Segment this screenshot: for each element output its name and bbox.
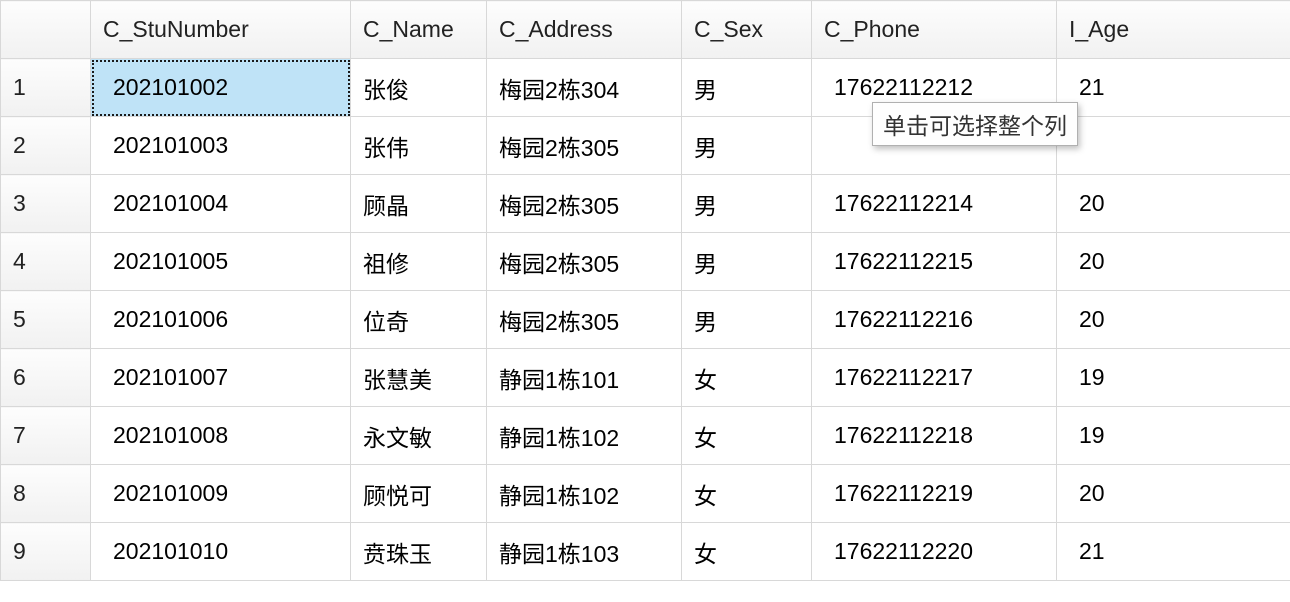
column-select-tooltip: 单击可选择整个列 (872, 102, 1078, 146)
col-header-stunum[interactable]: C_StuNumber (91, 1, 351, 59)
cell-age[interactable]: 20 (1057, 233, 1290, 291)
row-header[interactable]: 8 (1, 465, 91, 523)
table-row: 2202101003张伟梅园2栋305男 (1, 117, 1290, 175)
cell-stunum[interactable]: 202101009 (91, 465, 351, 523)
table-body: 1202101002张俊梅园2栋304男17622112212212202101… (1, 59, 1290, 581)
cell-name[interactable]: 永文敏 (351, 407, 487, 465)
cell-stunum[interactable]: 202101005 (91, 233, 351, 291)
cell-phone[interactable]: 17622112216 (812, 291, 1057, 349)
cell-sex[interactable]: 女 (682, 349, 812, 407)
table-row: 7202101008永文敏静园1栋102女1762211221819 (1, 407, 1290, 465)
header-row: C_StuNumber C_Name C_Address C_Sex C_Pho… (1, 1, 1290, 59)
cell-age[interactable]: 20 (1057, 175, 1290, 233)
col-header-address[interactable]: C_Address (487, 1, 682, 59)
cell-address[interactable]: 静园1栋103 (487, 523, 682, 581)
col-header-phone[interactable]: C_Phone (812, 1, 1057, 59)
row-header[interactable]: 1 (1, 59, 91, 117)
table-row: 3202101004顾晶梅园2栋305男1762211221420 (1, 175, 1290, 233)
corner-cell[interactable] (1, 1, 91, 59)
row-header[interactable]: 5 (1, 291, 91, 349)
col-header-name[interactable]: C_Name (351, 1, 487, 59)
col-header-sex[interactable]: C_Sex (682, 1, 812, 59)
cell-address[interactable]: 梅园2栋305 (487, 117, 682, 175)
table-row: 1202101002张俊梅园2栋304男1762211221221 (1, 59, 1290, 117)
cell-name[interactable]: 贲珠玉 (351, 523, 487, 581)
cell-address[interactable]: 梅园2栋305 (487, 233, 682, 291)
row-header[interactable]: 2 (1, 117, 91, 175)
cell-name[interactable]: 张伟 (351, 117, 487, 175)
cell-age[interactable]: 21 (1057, 523, 1290, 581)
cell-stunum[interactable]: 202101002 (91, 59, 351, 117)
cell-address[interactable]: 梅园2栋305 (487, 291, 682, 349)
cell-age[interactable]: 21 (1057, 59, 1290, 117)
row-header[interactable]: 7 (1, 407, 91, 465)
cell-phone[interactable]: 17622112217 (812, 349, 1057, 407)
cell-age[interactable]: 20 (1057, 465, 1290, 523)
cell-address[interactable]: 梅园2栋305 (487, 175, 682, 233)
cell-sex[interactable]: 女 (682, 465, 812, 523)
row-header[interactable]: 6 (1, 349, 91, 407)
cell-phone[interactable]: 17622112220 (812, 523, 1057, 581)
cell-sex[interactable]: 女 (682, 407, 812, 465)
cell-name[interactable]: 顾悦可 (351, 465, 487, 523)
cell-sex[interactable]: 男 (682, 175, 812, 233)
cell-stunum[interactable]: 202101006 (91, 291, 351, 349)
table-row: 6202101007张慧美静园1栋101女1762211221719 (1, 349, 1290, 407)
cell-name[interactable]: 张慧美 (351, 349, 487, 407)
cell-age[interactable]: 20 (1057, 291, 1290, 349)
cell-name[interactable]: 顾晶 (351, 175, 487, 233)
cell-age[interactable]: 19 (1057, 407, 1290, 465)
cell-sex[interactable]: 男 (682, 117, 812, 175)
results-table: C_StuNumber C_Name C_Address C_Sex C_Pho… (0, 0, 1290, 581)
cell-stunum[interactable]: 202101003 (91, 117, 351, 175)
table-row: 4202101005祖修梅园2栋305男1762211221520 (1, 233, 1290, 291)
row-header[interactable]: 9 (1, 523, 91, 581)
cell-sex[interactable]: 男 (682, 233, 812, 291)
col-header-age[interactable]: I_Age (1057, 1, 1290, 59)
cell-stunum[interactable]: 202101007 (91, 349, 351, 407)
table-row: 8202101009顾悦可静园1栋102女1762211221920 (1, 465, 1290, 523)
cell-address[interactable]: 梅园2栋304 (487, 59, 682, 117)
row-header[interactable]: 3 (1, 175, 91, 233)
cell-stunum[interactable]: 202101010 (91, 523, 351, 581)
cell-sex[interactable]: 男 (682, 59, 812, 117)
cell-age[interactable]: 19 (1057, 349, 1290, 407)
cell-address[interactable]: 静园1栋101 (487, 349, 682, 407)
data-grid: C_StuNumber C_Name C_Address C_Sex C_Pho… (0, 0, 1290, 581)
cell-sex[interactable]: 男 (682, 291, 812, 349)
cell-phone[interactable]: 17622112215 (812, 233, 1057, 291)
table-row: 5202101006位奇梅园2栋305男1762211221620 (1, 291, 1290, 349)
cell-stunum[interactable]: 202101004 (91, 175, 351, 233)
table-row: 9202101010贲珠玉静园1栋103女1762211222021 (1, 523, 1290, 581)
cell-age[interactable] (1057, 117, 1290, 175)
cell-phone[interactable]: 17622112214 (812, 175, 1057, 233)
cell-name[interactable]: 祖修 (351, 233, 487, 291)
row-header[interactable]: 4 (1, 233, 91, 291)
cell-stunum[interactable]: 202101008 (91, 407, 351, 465)
cell-phone[interactable]: 17622112218 (812, 407, 1057, 465)
cell-phone[interactable]: 17622112219 (812, 465, 1057, 523)
cell-name[interactable]: 位奇 (351, 291, 487, 349)
cell-name[interactable]: 张俊 (351, 59, 487, 117)
cell-address[interactable]: 静园1栋102 (487, 465, 682, 523)
cell-address[interactable]: 静园1栋102 (487, 407, 682, 465)
cell-sex[interactable]: 女 (682, 523, 812, 581)
